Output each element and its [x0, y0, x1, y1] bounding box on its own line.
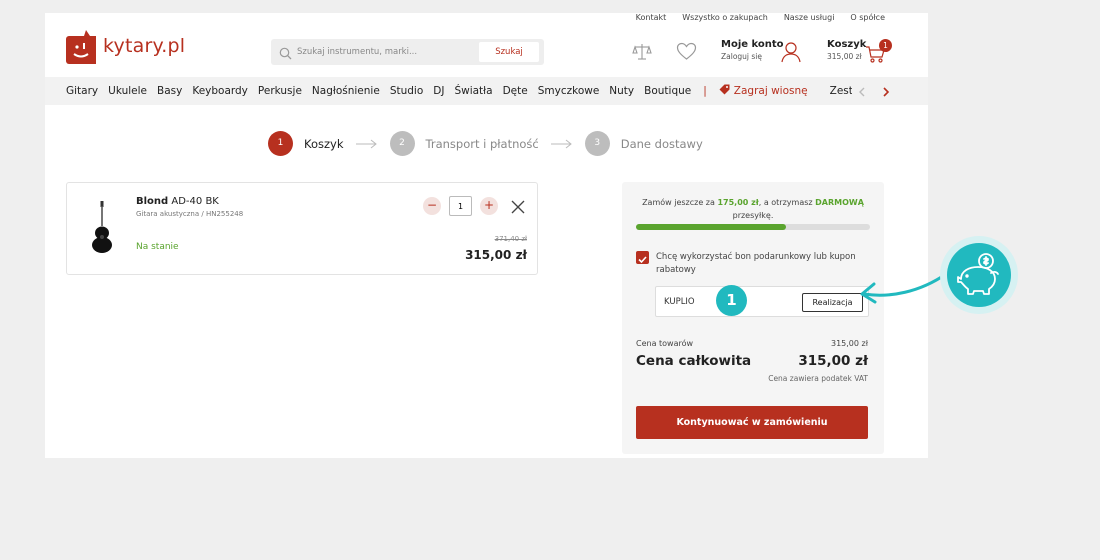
- nav-item-gitary[interactable]: Gitary: [66, 85, 98, 97]
- quantity-stepper: − +: [423, 196, 498, 216]
- toplink-shopping-info[interactable]: Wszystko o zakupach: [682, 13, 768, 22]
- order-summary: Zamów jeszcze za 175,00 zł, a otrzymasz …: [622, 182, 884, 454]
- step-2-number: 2: [389, 131, 415, 156]
- close-icon[interactable]: [511, 199, 525, 218]
- wishlist-heart-icon[interactable]: [676, 42, 697, 65]
- nav-item-ukulele[interactable]: Ukulele: [108, 85, 147, 97]
- nav-item-boutique[interactable]: Boutique: [644, 85, 691, 97]
- goods-price-row: Cena towarów 315,00 zł: [636, 339, 868, 348]
- product-subtitle: Gitara akustyczna / HN255248: [136, 210, 244, 218]
- coupon-checkbox[interactable]: [636, 251, 649, 264]
- logo-icon: [66, 28, 96, 64]
- toplink-services[interactable]: Nasze usługi: [784, 13, 835, 22]
- coupon-checkbox-label: Chcę wykorzystać bon podarunkowy lub kup…: [656, 252, 856, 275]
- nav-promo-label: Zagraj wiosnę: [733, 85, 808, 97]
- product-model: AD-40 BK: [171, 196, 219, 207]
- nav-item-smyczkowe[interactable]: Smyczkowe: [538, 85, 600, 97]
- total-price-label: Cena całkowita: [636, 353, 752, 369]
- chevron-left-icon[interactable]: [858, 82, 866, 101]
- goods-price-label: Cena towarów: [636, 339, 694, 348]
- nav-item-swiatla[interactable]: Światła: [454, 85, 492, 97]
- vat-note: Cena zawiera podatek VAT: [768, 374, 868, 383]
- toplink-about[interactable]: O spółce: [850, 13, 885, 22]
- total-price-value: 315,00 zł: [798, 353, 868, 369]
- decrease-quantity-button[interactable]: −: [423, 197, 441, 215]
- stock-status: Na stanie: [136, 242, 179, 252]
- top-links: Kontakt Wszystko o zakupach Nasze usługi…: [636, 13, 885, 22]
- freeship-amount: 175,00 zł: [717, 198, 759, 207]
- nav-item-perkusje[interactable]: Perkusje: [258, 85, 302, 97]
- step-number-badge: 1: [716, 285, 747, 316]
- category-nav: Gitary Ukulele Basy Keyboardy Perkusje N…: [45, 77, 928, 105]
- nav-item-keyboardy[interactable]: Keyboardy: [192, 85, 248, 97]
- free-shipping-progress: [636, 224, 870, 230]
- increase-quantity-button[interactable]: +: [480, 197, 498, 215]
- step-3-label: Dane dostawy: [620, 136, 703, 151]
- step-1-number: 1: [268, 131, 293, 156]
- step-arrow-icon: [550, 134, 573, 153]
- total-price-row: Cena całkowita 315,00 zł: [636, 353, 868, 369]
- chevron-right-icon[interactable]: [882, 82, 890, 101]
- step-1-label: Koszyk: [304, 136, 344, 151]
- product-guitar-image[interactable]: [91, 201, 113, 257]
- step-3-number: 3: [584, 131, 610, 156]
- nav-separator: |: [703, 85, 707, 97]
- freeship-mid: , a otrzymasz: [758, 198, 816, 207]
- goods-price-value: 315,00 zł: [830, 339, 868, 348]
- nav-item-dete[interactable]: Dęte: [503, 85, 528, 97]
- cart-amount: 315,00 zł: [827, 52, 862, 61]
- freeship-prefix: Zamów jeszcze za: [642, 198, 718, 207]
- search-icon: [279, 45, 292, 64]
- quantity-input[interactable]: [449, 196, 472, 216]
- nav-item-dj[interactable]: DJ: [433, 85, 444, 97]
- old-price: 371,40 zł: [494, 235, 527, 243]
- tag-icon: [719, 84, 730, 98]
- product-brand: Blond: [136, 196, 169, 207]
- nav-item-naglosnienie[interactable]: Nagłośnienie: [312, 85, 380, 97]
- compare-scales-icon[interactable]: [632, 42, 652, 66]
- product-name[interactable]: Blond AD-40 BK: [136, 196, 219, 207]
- progress-fill: [636, 224, 786, 230]
- continue-order-button[interactable]: Kontynuować w zamówieniu: [636, 406, 868, 439]
- pointer-arrow-icon: [860, 272, 948, 304]
- piggy-bank-icon: [947, 243, 1011, 307]
- nav-arrows: [852, 77, 890, 105]
- user-icon[interactable]: [781, 41, 801, 67]
- search-bar: Szukaj: [271, 39, 544, 65]
- freeship-word: DARMOWĄ: [815, 198, 864, 207]
- cart-item: Blond AD-40 BK Gitara akustyczna / HN255…: [66, 182, 538, 275]
- checkout-steps: 1 Koszyk 2 Transport i płatność 3 Dane d…: [268, 131, 703, 156]
- checkmark-icon: [638, 256, 647, 264]
- step-arrow-icon: [355, 134, 378, 153]
- coupon-field: Realizacja: [655, 286, 869, 317]
- cart-count-badge: 1: [879, 39, 892, 52]
- toplink-contact[interactable]: Kontakt: [636, 13, 667, 22]
- logo-text: kytary.pl: [103, 35, 186, 57]
- freeship-suffix: przesyłkę.: [732, 211, 774, 220]
- nav-item-studio[interactable]: Studio: [390, 85, 423, 97]
- account-title: Moje konto: [721, 39, 784, 50]
- cart-title: Koszyk: [827, 39, 867, 50]
- account-link[interactable]: Moje konto Zaloguj się: [721, 39, 784, 61]
- search-button[interactable]: Szukaj: [479, 42, 539, 62]
- page: Kontakt Wszystko o zakupach Nasze usługi…: [45, 13, 928, 458]
- product-price: 315,00 zł: [465, 248, 527, 262]
- nav-item-promo[interactable]: Zagraj wiosnę: [719, 84, 808, 98]
- free-shipping-message: Zamów jeszcze za 175,00 zł, a otrzymasz …: [636, 196, 870, 222]
- nav-item-basy[interactable]: Basy: [157, 85, 182, 97]
- step-2-label: Transport i płatność: [425, 136, 539, 151]
- nav-item-nuty[interactable]: Nuty: [609, 85, 634, 97]
- cart-link[interactable]: Koszyk 315,00 zł: [827, 39, 866, 61]
- logo[interactable]: kytary.pl: [66, 28, 185, 64]
- search-input[interactable]: [297, 43, 477, 61]
- account-login: Zaloguj się: [721, 52, 762, 61]
